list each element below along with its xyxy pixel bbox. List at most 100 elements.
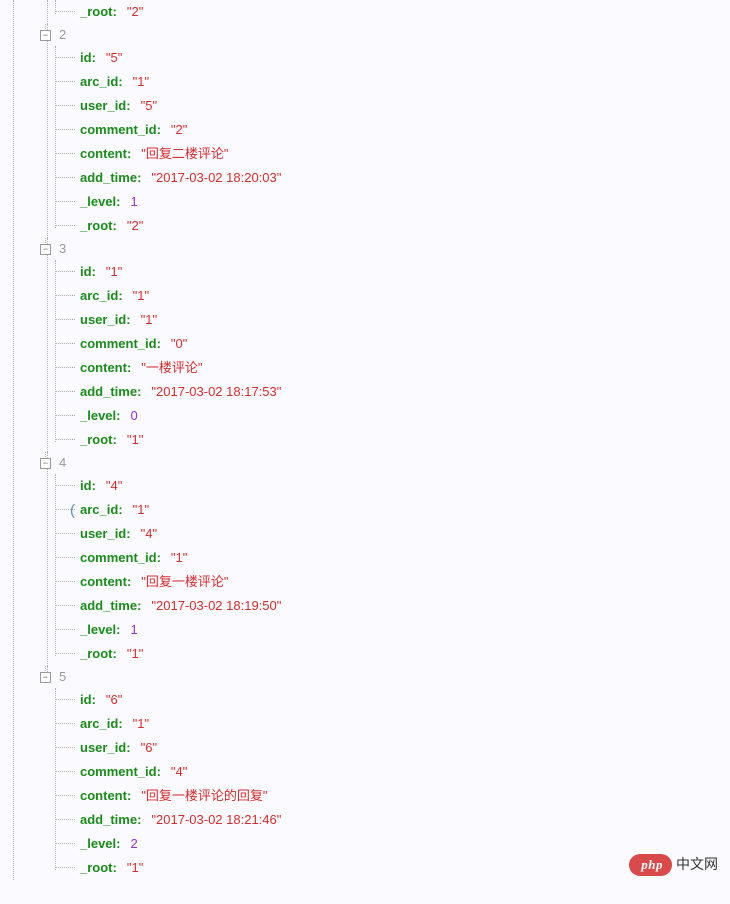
tree-group-row[interactable]: −2 bbox=[38, 24, 730, 46]
tree-children: id :"6"arc_id :"1"user_id :"6"comment_id… bbox=[80, 688, 730, 880]
property-row[interactable]: arc_id :"1" bbox=[80, 284, 730, 308]
collapse-toggle-icon[interactable]: − bbox=[40, 30, 51, 41]
property-row[interactable]: id :"6" bbox=[80, 688, 730, 712]
collapse-toggle-icon[interactable]: − bbox=[40, 672, 51, 683]
colon-separator: : bbox=[127, 573, 131, 591]
property-row[interactable]: content :"回复一楼评论的回复" bbox=[80, 784, 730, 808]
property-row[interactable]: _level :0 bbox=[80, 404, 730, 428]
property-row[interactable]: id :"4" bbox=[80, 474, 730, 498]
property-row[interactable]: comment_id :"1" bbox=[80, 546, 730, 570]
php-pill: php bbox=[629, 854, 672, 876]
colon-separator: : bbox=[157, 121, 161, 139]
property-value: "1" bbox=[133, 287, 149, 305]
colon-separator: : bbox=[137, 597, 141, 615]
property-row[interactable]: _level :2 bbox=[80, 832, 730, 856]
property-row[interactable]: arc_id : "1" bbox=[80, 498, 730, 522]
colon-separator: : bbox=[116, 193, 120, 211]
json-tree: _root :"2"−2id :"5"arc_id :"1"user_id :"… bbox=[0, 0, 730, 880]
property-key: arc_id bbox=[80, 73, 118, 91]
property-row[interactable]: user_id :"5" bbox=[80, 94, 730, 118]
badge-text: 中文网 bbox=[676, 855, 718, 875]
property-value: "2017-03-02 18:19:50" bbox=[151, 597, 281, 615]
property-row[interactable]: add_time :"2017-03-02 18:19:50" bbox=[80, 594, 730, 618]
property-row[interactable]: _root :"2" bbox=[80, 214, 730, 238]
colon-separator: : bbox=[118, 501, 122, 519]
colon-separator: : bbox=[118, 287, 122, 305]
property-row[interactable]: user_id :"6" bbox=[80, 736, 730, 760]
colon-separator: : bbox=[157, 763, 161, 781]
property-row[interactable]: _level :1 bbox=[80, 190, 730, 214]
property-row[interactable]: _root :"1" bbox=[80, 428, 730, 452]
array-index: 5 bbox=[59, 668, 66, 686]
property-key: content bbox=[80, 573, 127, 591]
property-row[interactable]: content :"回复二楼评论" bbox=[80, 142, 730, 166]
property-row[interactable]: arc_id :"1" bbox=[80, 70, 730, 94]
property-value: 1 bbox=[131, 621, 138, 639]
property-row[interactable]: _root : "1" bbox=[80, 642, 730, 666]
tree-group-row[interactable]: −4 bbox=[38, 452, 730, 474]
property-key: comment_id bbox=[80, 335, 157, 353]
property-row[interactable]: content : "回复一楼评论" bbox=[80, 570, 730, 594]
colon-separator: : bbox=[92, 49, 96, 67]
colon-separator: : bbox=[127, 787, 131, 805]
property-row[interactable]: arc_id :"1" bbox=[80, 712, 730, 736]
property-row[interactable]: content : "一楼评论" bbox=[80, 356, 730, 380]
collapse-toggle-icon[interactable]: − bbox=[40, 244, 51, 255]
property-row[interactable]: add_time :"2017-03-02 18:20:03" bbox=[80, 166, 730, 190]
property-key: add_time bbox=[80, 383, 137, 401]
property-row[interactable]: _level :1 bbox=[80, 618, 730, 642]
colon-separator: : bbox=[127, 359, 131, 377]
property-value: "6" bbox=[106, 691, 122, 709]
property-key: _root bbox=[80, 431, 113, 449]
property-key: content bbox=[80, 359, 127, 377]
property-row[interactable]: add_time :"2017-03-02 18:17:53" bbox=[80, 380, 730, 404]
property-key: add_time bbox=[80, 811, 137, 829]
property-value: "一楼评论" bbox=[141, 359, 202, 377]
property-value: "1" bbox=[133, 501, 149, 519]
property-value: "回复一楼评论的回复" bbox=[141, 787, 267, 805]
colon-separator: : bbox=[113, 3, 117, 21]
property-key: _root bbox=[80, 217, 113, 235]
property-row[interactable]: id :"1" bbox=[80, 260, 730, 284]
property-value: "1" bbox=[171, 549, 187, 567]
colon-separator: : bbox=[116, 835, 120, 853]
property-value: "2" bbox=[127, 217, 143, 235]
collapse-toggle-icon[interactable]: − bbox=[40, 458, 51, 469]
tree-children: id :"5"arc_id :"1"user_id :"5"comment_id… bbox=[80, 46, 730, 238]
array-index: 2 bbox=[59, 26, 66, 44]
tree-group-row[interactable]: −3 bbox=[38, 238, 730, 260]
tree-node: −2id :"5"arc_id :"1"user_id :"5"comment_… bbox=[40, 24, 730, 238]
colon-separator: : bbox=[126, 311, 130, 329]
tree-node: −3id :"1"arc_id :"1"user_id :"1"comment_… bbox=[40, 238, 730, 452]
colon-separator: : bbox=[116, 407, 120, 425]
colon-separator: : bbox=[126, 739, 130, 757]
colon-separator: : bbox=[118, 715, 122, 733]
colon-separator: : bbox=[126, 525, 130, 543]
property-row[interactable]: id :"5" bbox=[80, 46, 730, 70]
property-row[interactable]: comment_id :"4" bbox=[80, 760, 730, 784]
property-row[interactable]: user_id : "1" bbox=[80, 308, 730, 332]
property-key: user_id bbox=[80, 97, 126, 115]
property-row[interactable]: add_time :"2017-03-02 18:21:46" bbox=[80, 808, 730, 832]
watermark-badge: php 中文网 bbox=[629, 854, 718, 876]
property-row[interactable]: _root :"2" bbox=[80, 0, 730, 24]
property-key: user_id bbox=[80, 311, 126, 329]
property-key: _root bbox=[80, 645, 113, 663]
property-value: "1" bbox=[127, 645, 143, 663]
tree-node: −4id :"4"arc_id :"1"user_id :"4"comment_… bbox=[40, 452, 730, 666]
colon-separator: : bbox=[113, 859, 117, 877]
tree-group-row[interactable]: −5 bbox=[38, 666, 730, 688]
property-key: arc_id bbox=[80, 501, 118, 519]
property-value: "0" bbox=[171, 335, 187, 353]
colon-separator: : bbox=[116, 621, 120, 639]
property-value: "回复一楼评论" bbox=[141, 573, 228, 591]
property-row[interactable]: comment_id :"0" bbox=[80, 332, 730, 356]
colon-separator: : bbox=[126, 97, 130, 115]
colon-separator: : bbox=[113, 645, 117, 663]
property-row[interactable]: user_id :"4" bbox=[80, 522, 730, 546]
property-row[interactable]: comment_id :"2" bbox=[80, 118, 730, 142]
property-value: "1" bbox=[141, 311, 157, 329]
colon-separator: : bbox=[118, 73, 122, 91]
property-key: comment_id bbox=[80, 763, 157, 781]
property-key: _level bbox=[80, 193, 116, 211]
